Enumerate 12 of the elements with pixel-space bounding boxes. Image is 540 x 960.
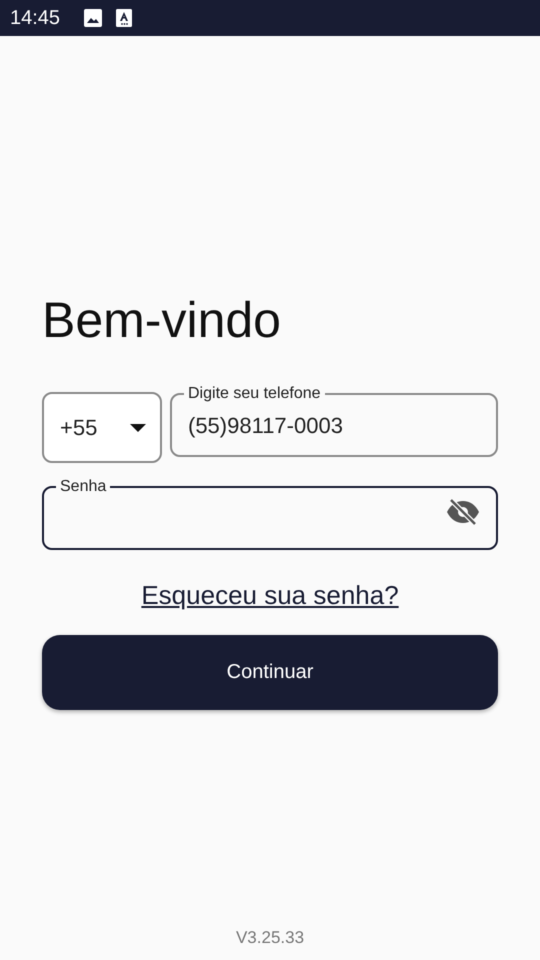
image-icon	[84, 9, 102, 27]
phone-field[interactable]: Digite seu telefone (55)98117-0003	[170, 385, 498, 457]
status-time: 14:45	[10, 6, 60, 30]
welcome-title: Bem-vindo	[42, 291, 281, 350]
continue-button[interactable]: Continuar	[42, 635, 498, 710]
country-code-dropdown[interactable]: +55	[42, 392, 162, 463]
version-text: V3.25.33	[236, 928, 304, 948]
font-icon	[116, 9, 132, 27]
forgot-password-link[interactable]: Esqueceu sua senha?	[141, 580, 399, 611]
caret-icon	[130, 424, 146, 432]
eye-off-icon[interactable]	[446, 498, 480, 526]
password-field[interactable]: Senha	[42, 478, 498, 550]
